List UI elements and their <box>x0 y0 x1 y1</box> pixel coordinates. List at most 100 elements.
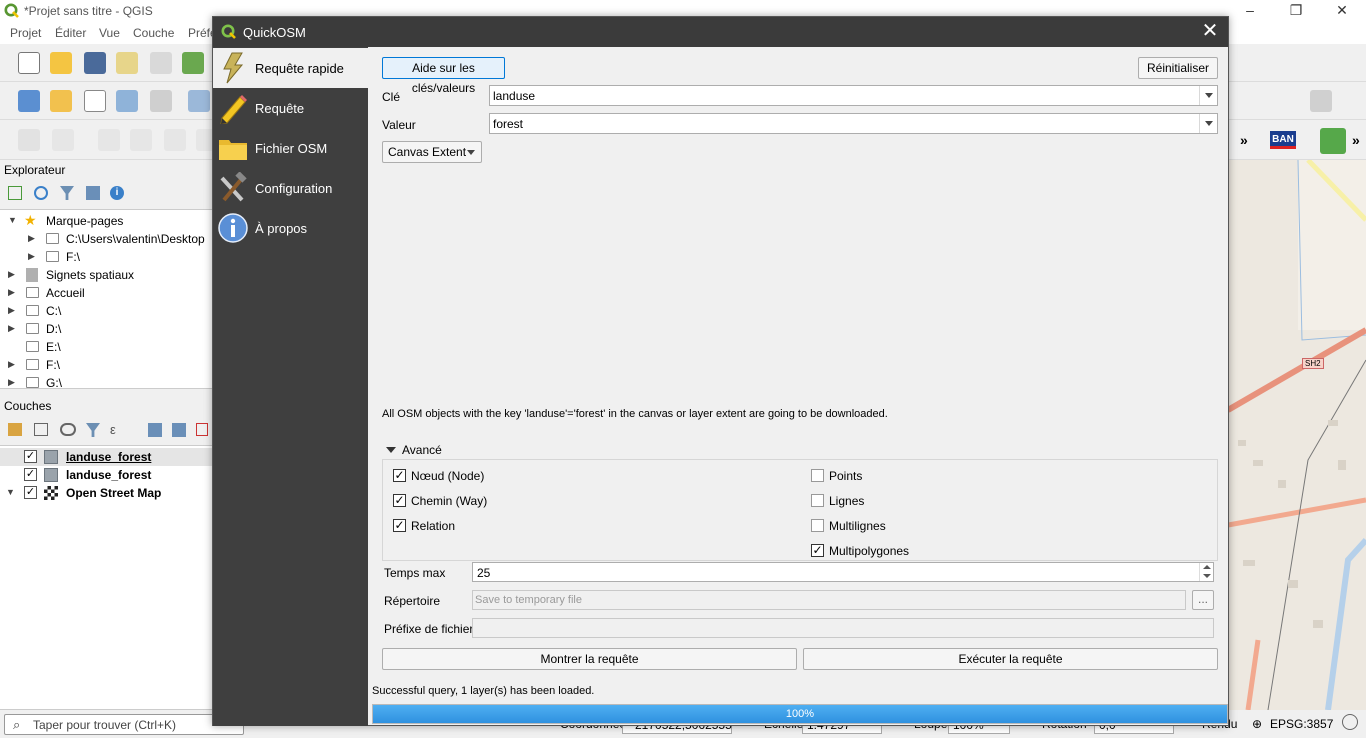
expand-icon[interactable]: ▶ <box>8 287 15 298</box>
digitize-icon[interactable] <box>84 90 106 112</box>
run-query-button[interactable]: Exécuter la requête <box>803 648 1218 670</box>
save-project-icon[interactable] <box>84 52 106 74</box>
add-layer-icon[interactable] <box>18 90 40 112</box>
tree-item-e-drive[interactable]: E:\ <box>0 338 212 356</box>
expand-icon[interactable]: ▶ <box>8 305 15 316</box>
extent-selector[interactable]: Canvas Extent <box>382 141 482 163</box>
messages-icon[interactable] <box>1342 714 1358 730</box>
checkbox-box[interactable] <box>811 469 824 482</box>
checkbox-box[interactable]: ✓ <box>393 494 406 507</box>
tree-item-spatial-bookmarks[interactable]: ▶ Signets spatiaux <box>0 266 212 284</box>
layer-row[interactable]: ✓ landuse_forest <box>0 466 212 484</box>
quickosm-plugin-icon[interactable] <box>1320 128 1346 154</box>
layer-row[interactable]: ▼ ✓ Open Street Map <box>0 484 212 502</box>
checkbox-box[interactable]: ✓ <box>393 519 406 532</box>
key-combobox[interactable]: landuse <box>489 85 1218 106</box>
minimize-button[interactable]: – <box>1238 2 1262 18</box>
tree-item-home[interactable]: ▶ Accueil <box>0 284 212 302</box>
style-layer-icon[interactable] <box>8 423 22 436</box>
remove-layer-icon[interactable] <box>196 423 208 436</box>
menu-vue[interactable]: Vue <box>99 26 120 40</box>
value-dropdown-button[interactable] <box>1199 114 1217 133</box>
measure-icon[interactable] <box>18 129 40 151</box>
nav-query[interactable]: Requête <box>213 88 368 128</box>
filter-icon[interactable] <box>164 129 186 151</box>
refresh-icon[interactable] <box>34 186 48 200</box>
expand-icon[interactable]: ▶ <box>8 269 15 280</box>
toolbar-overflow2-icon[interactable]: » <box>1352 132 1360 148</box>
crs-button[interactable]: EPSG:3857 <box>1270 717 1333 731</box>
tree-item-desktop[interactable]: ▶ C:\Users\valentin\Desktop <box>0 230 212 248</box>
new-project-icon[interactable] <box>18 52 40 74</box>
filter-browser-icon[interactable] <box>60 186 74 200</box>
reset-button[interactable]: Réinitialiser <box>1138 57 1218 79</box>
nav-quick-query[interactable]: Requête rapide <box>213 48 368 88</box>
expand-icon[interactable]: ▶ <box>8 377 15 388</box>
pencil-edit-icon[interactable] <box>116 90 138 112</box>
dialog-close-button[interactable]: ✕ <box>1200 20 1220 42</box>
value-combobox[interactable]: forest <box>489 113 1218 134</box>
help-keys-values-button[interactable]: Aide sur les clés/valeurs <box>382 57 505 95</box>
vertex-tool-icon[interactable] <box>188 90 210 112</box>
locator-search-input[interactable]: ⌕ Taper pour trouver (Ctrl+K) <box>4 714 244 735</box>
tree-item-bookmarks[interactable]: ▼ ★ Marque-pages <box>0 212 212 230</box>
expand-icon[interactable]: ▶ <box>8 359 15 370</box>
tree-item-d-drive[interactable]: ▶ D:\ <box>0 320 212 338</box>
directory-field[interactable]: Save to temporary file <box>472 590 1186 610</box>
prefix-field[interactable] <box>472 618 1214 638</box>
add-group-icon[interactable] <box>34 423 48 436</box>
add-vector-icon[interactable] <box>50 90 72 112</box>
key-dropdown-button[interactable] <box>1199 86 1217 105</box>
tree-item-f-bookmark[interactable]: ▶ F:\ <box>0 248 212 266</box>
print-layout-icon[interactable] <box>150 52 172 74</box>
style-manager-icon[interactable] <box>182 52 204 74</box>
timeout-spinbox[interactable]: 25 <box>472 562 1214 582</box>
tree-item-g-drive[interactable]: ▶ G:\ <box>0 374 212 388</box>
checkbox-box[interactable] <box>811 519 824 532</box>
layer-visibility-checkbox[interactable]: ✓ <box>24 468 37 481</box>
checkbox-box[interactable] <box>811 494 824 507</box>
checkbox-box[interactable]: ✓ <box>393 469 406 482</box>
layer-visibility-checkbox[interactable]: ✓ <box>24 450 37 463</box>
checkbox-box[interactable]: ✓ <box>811 544 824 557</box>
menu-couche[interactable]: Couche <box>133 26 174 40</box>
maximize-button[interactable]: ❐ <box>1284 2 1308 19</box>
spin-up-icon[interactable] <box>1203 565 1211 569</box>
collapse-all-layers-icon[interactable] <box>172 423 186 437</box>
close-window-button[interactable]: ✕ <box>1330 2 1354 19</box>
map-canvas[interactable]: SH2 <box>1228 160 1366 710</box>
menu-projet[interactable]: Projet <box>10 26 41 40</box>
visibility-icon[interactable] <box>60 423 76 436</box>
add-selected-icon[interactable] <box>8 186 22 200</box>
nav-configuration[interactable]: Configuration <box>213 168 368 208</box>
toolbar-overflow-icon[interactable]: » <box>1240 132 1248 148</box>
layer-visibility-checkbox[interactable]: ✓ <box>24 486 37 499</box>
tree-item-c-drive[interactable]: ▶ C:\ <box>0 302 212 320</box>
expand-icon[interactable]: ▼ <box>8 215 17 225</box>
browse-button[interactable]: ... <box>1192 590 1214 610</box>
expand-icon[interactable]: ▶ <box>8 323 15 334</box>
open-project-icon[interactable] <box>50 52 72 74</box>
collapse-all-icon[interactable] <box>86 186 100 200</box>
properties-icon[interactable]: i <box>110 186 124 200</box>
gamepad-icon[interactable] <box>1310 90 1332 112</box>
expand-icon[interactable]: ▼ <box>6 487 15 497</box>
node-tool-icon[interactable] <box>150 90 172 112</box>
select-icon[interactable] <box>52 129 74 151</box>
nav-about[interactable]: À propos <box>213 208 368 248</box>
save-as-icon[interactable] <box>116 52 138 74</box>
deselect-icon[interactable] <box>130 129 152 151</box>
spin-down-icon[interactable] <box>1203 574 1211 578</box>
expand-all-icon[interactable] <box>148 423 162 437</box>
expression-filter-icon[interactable]: ε <box>110 422 116 437</box>
spin-buttons[interactable] <box>1199 563 1213 581</box>
ban-plugin-button[interactable]: BAN <box>1270 131 1296 149</box>
menu-editer[interactable]: Éditer <box>55 26 86 40</box>
show-query-button[interactable]: Montrer la requête <box>382 648 797 670</box>
tree-item-f-drive[interactable]: ▶ F:\ <box>0 356 212 374</box>
expand-icon[interactable]: ▶ <box>28 233 35 244</box>
filter-legend-icon[interactable] <box>86 423 100 437</box>
nav-osm-file[interactable]: Fichier OSM <box>213 128 368 168</box>
expand-icon[interactable]: ▶ <box>28 251 35 262</box>
identify-icon[interactable] <box>98 129 120 151</box>
